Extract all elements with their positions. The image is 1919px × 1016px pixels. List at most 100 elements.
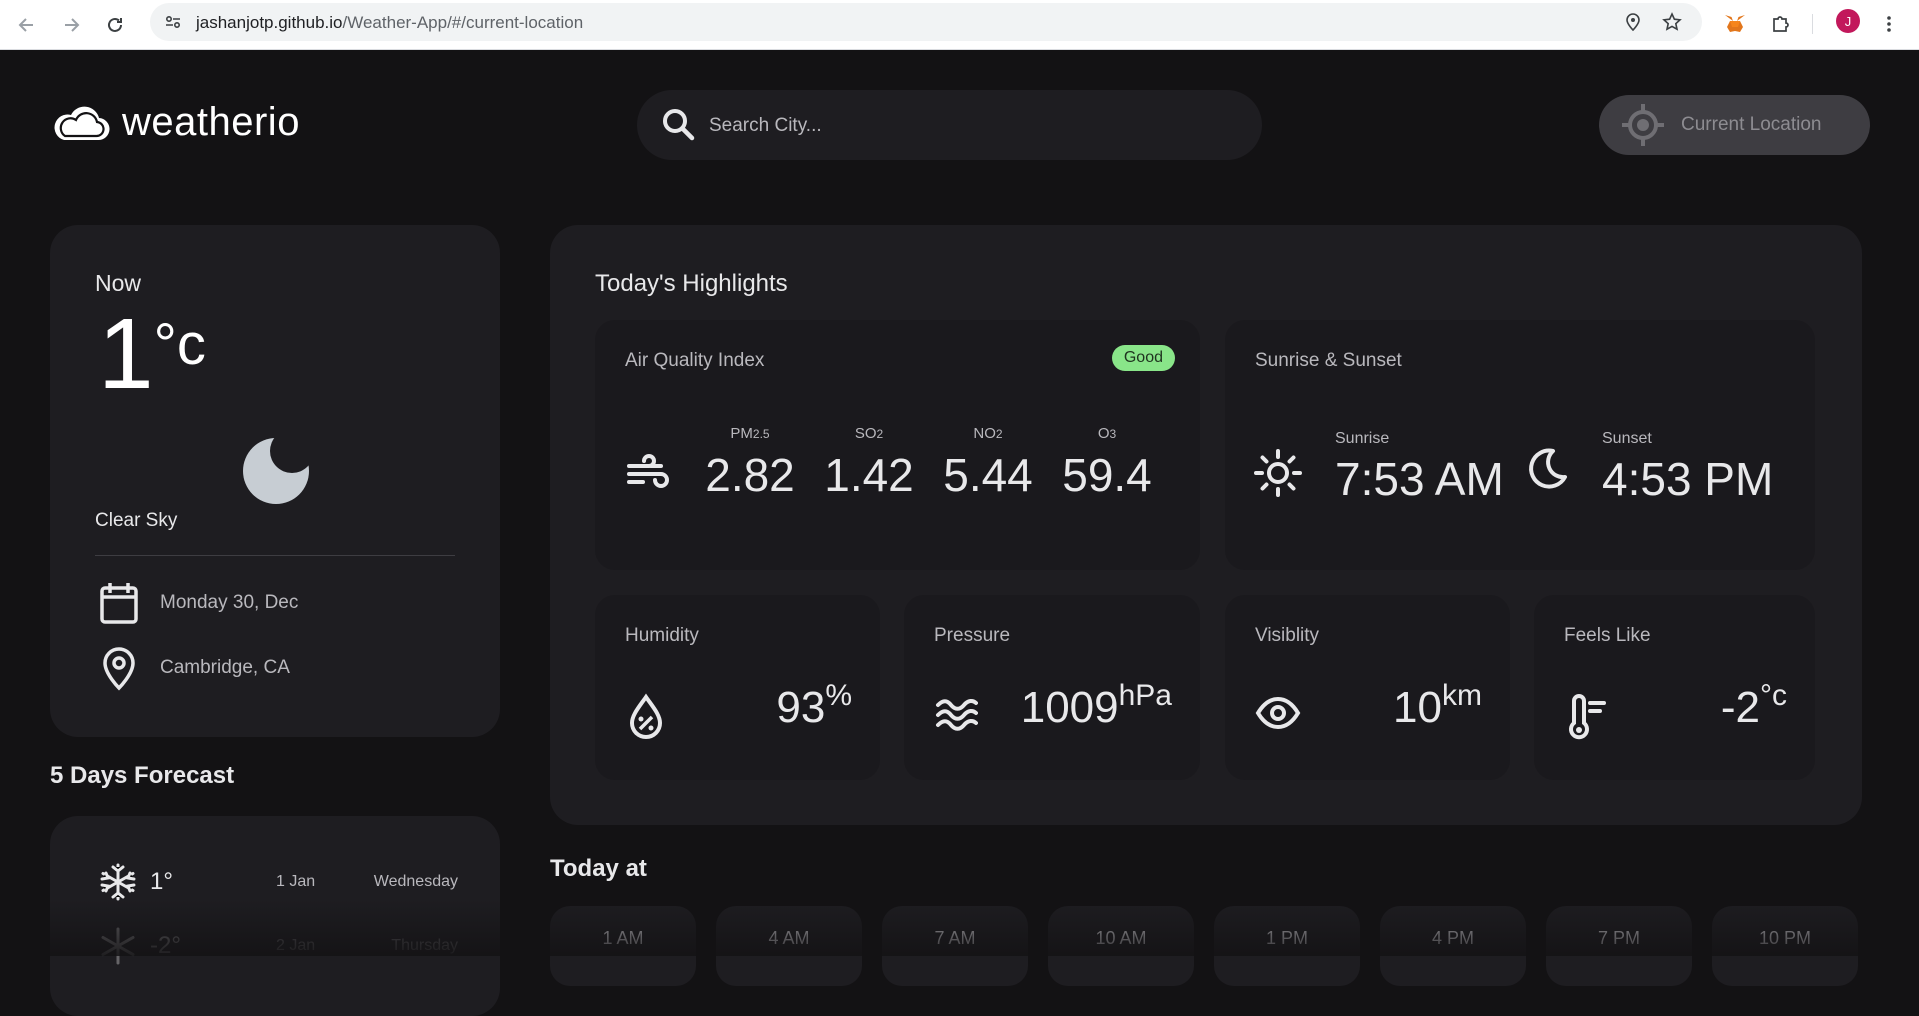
forecast-row: 1° 1 Jan Wednesday: [98, 860, 458, 904]
feels-like-unit: °c: [1760, 679, 1787, 712]
metamask-fox-icon[interactable]: [1720, 9, 1750, 39]
visibility-value: 10km: [1393, 679, 1482, 733]
app-logo[interactable]: weatherio: [50, 100, 300, 145]
pressure-card: Pressure 1009hPa: [904, 595, 1200, 780]
sunrise-label: Sunrise: [1335, 430, 1390, 447]
hour-card: 4 AM: [716, 906, 862, 986]
now-title: Now: [95, 270, 142, 296]
hour-label: 4 AM: [768, 928, 810, 948]
aqi-status-badge: Good: [1111, 345, 1175, 371]
address-bar[interactable]: jashanjotp.github.io/Weather-App/#/curre…: [150, 3, 1702, 41]
location-pin-icon[interactable]: [1618, 7, 1648, 37]
current-location-label: Current Location: [1681, 114, 1822, 135]
current-temp-unit: °c: [153, 312, 206, 377]
wind-icon: [627, 454, 669, 488]
aqi-value: 1.42: [824, 449, 914, 501]
pressure-label: Pressure: [934, 625, 1011, 646]
hour-card: 4 PM: [1380, 906, 1526, 986]
current-temp-value: 1: [98, 298, 154, 410]
current-date-row: Monday 30, Dec: [98, 580, 298, 626]
current-weather-card: Now 1°c Clear Sky Monday 30, Dec Cambrid…: [50, 225, 500, 737]
aqi-pm25: PM2.5 2.82: [695, 425, 805, 502]
humidity-drop-icon: [629, 693, 663, 739]
humidity-value: 93%: [776, 679, 852, 733]
hour-card: 7 AM: [882, 906, 1028, 986]
url-text: jashanjotp.github.io/Weather-App/#/curre…: [196, 13, 583, 33]
snowflake-icon: [100, 863, 136, 901]
weather-description: Clear Sky: [95, 510, 178, 531]
feels-like-number: -2: [1720, 683, 1760, 732]
forecast-date: 2 Jan: [276, 937, 316, 954]
eye-icon: [1255, 696, 1301, 730]
aqi-no2: NO2 5.44: [933, 425, 1043, 502]
search-bar[interactable]: [637, 90, 1262, 160]
gps-target-icon: [1622, 104, 1664, 146]
visibility-card: Visiblity 10km: [1225, 595, 1510, 780]
forecast-row: -2° 2 Jan Thursday: [98, 924, 458, 968]
highlights-title: Today's Highlights: [595, 270, 788, 297]
sun-label: Sunrise & Sunset: [1255, 350, 1402, 371]
toolbar-divider: [1812, 14, 1813, 34]
pressure-waves-icon: [936, 698, 978, 731]
site-settings-icon[interactable]: [158, 7, 188, 37]
profile-avatar[interactable]: J: [1836, 9, 1860, 33]
air-quality-card: Air Quality Index Good PM2.5 2.82 SO2 1.…: [595, 320, 1200, 570]
forecast-title: 5 Days Forecast: [50, 762, 235, 789]
forward-button[interactable]: [54, 8, 88, 42]
aqi-key: PM: [730, 425, 753, 442]
aqi-value: 2.82: [705, 449, 795, 501]
aqi-value: 5.44: [943, 449, 1033, 501]
aqi-key-sub: 2: [995, 427, 1003, 441]
aqi-label: Air Quality Index: [625, 350, 765, 371]
back-button[interactable]: [10, 8, 44, 42]
aqi-key: SO: [854, 425, 877, 442]
hour-label: 7 AM: [934, 928, 976, 948]
location-pin-icon: [103, 647, 135, 691]
logo-text: weatherio: [122, 100, 300, 144]
search-input[interactable]: [707, 106, 1231, 146]
hour-label: 1 PM: [1265, 928, 1308, 948]
sun-icon: [1254, 449, 1302, 497]
aqi-key-sub: 2.5: [752, 427, 770, 441]
pressure-unit: hPa: [1118, 679, 1172, 712]
feels-like-card: Feels Like -2°c: [1534, 595, 1815, 780]
hour-label: 1 AM: [602, 928, 644, 948]
sunrise-sunset-card: Sunrise & Sunset Sunrise 7:53 AM Sunset …: [1225, 320, 1815, 570]
aqi-key: O: [1097, 425, 1110, 442]
divider: [95, 555, 455, 556]
sunset-block: Sunset 4:53 PM: [1602, 430, 1773, 506]
snowflake-icon: [101, 927, 135, 965]
bookmark-star-icon[interactable]: [1657, 7, 1687, 37]
arrow-left-icon: [18, 18, 33, 32]
reload-icon: [108, 17, 122, 32]
forecast-day: Thursday: [391, 937, 458, 954]
url-host: jashanjotp.github.io: [196, 13, 343, 32]
humidity-label: Humidity: [625, 625, 699, 646]
browser-toolbar: jashanjotp.github.io/Weather-App/#/curre…: [0, 0, 1919, 50]
hour-card: 1 PM: [1214, 906, 1360, 986]
current-location-button[interactable]: Current Location: [1599, 95, 1870, 155]
reload-button[interactable]: [98, 8, 132, 42]
hour-label: 10 PM: [1758, 928, 1812, 948]
hour-card: 10 AM: [1048, 906, 1194, 986]
aqi-so2: SO2 1.42: [814, 425, 924, 502]
forecast-card: 1° 1 Jan Wednesday -2° 2 Jan Thursday: [50, 816, 500, 1016]
sunrise-block: Sunrise 7:53 AM: [1335, 430, 1504, 506]
extensions-puzzle-icon[interactable]: [1766, 9, 1796, 39]
hour-card: 1 AM: [550, 906, 696, 986]
hour-card: 7 PM: [1546, 906, 1692, 986]
sunrise-time: 7:53 AM: [1335, 453, 1504, 505]
sunset-label: Sunset: [1602, 430, 1652, 447]
hour-label: 10 AM: [1095, 928, 1147, 948]
humidity-number: 93: [776, 683, 826, 732]
moon-icon: [1529, 448, 1567, 489]
hour-label: 4 PM: [1431, 928, 1474, 948]
hour-label: 7 PM: [1597, 928, 1640, 948]
forecast-day: Wednesday: [373, 873, 458, 890]
forecast-date: 1 Jan: [276, 873, 316, 890]
humidity-card: Humidity 93%: [595, 595, 880, 780]
humidity-unit: %: [825, 679, 852, 712]
browser-menu-icon[interactable]: [1874, 9, 1904, 39]
feels-like-value: -2°c: [1720, 679, 1787, 733]
pressure-number: 1009: [1020, 683, 1119, 732]
